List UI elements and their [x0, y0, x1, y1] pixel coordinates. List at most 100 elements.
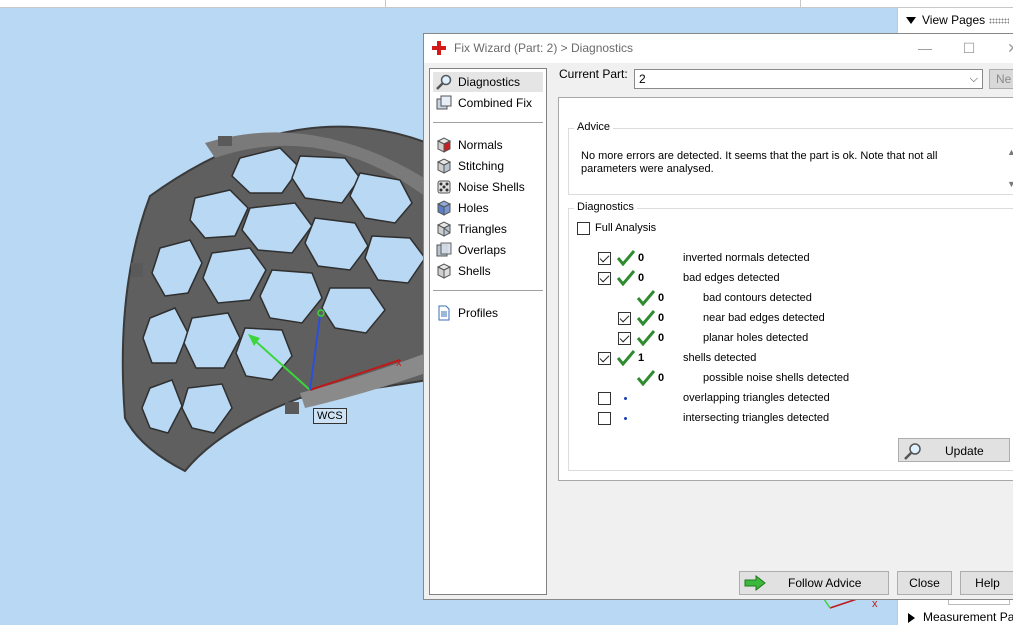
nav-label: Holes [458, 201, 489, 215]
nav-item-stitching[interactable]: Stitching [433, 156, 543, 176]
planar-holes-checkbox[interactable] [618, 332, 631, 345]
grip-icon[interactable] [989, 17, 1010, 24]
diag-count: 0 [658, 312, 665, 324]
diag-count: 0 [658, 372, 665, 384]
help-button[interactable]: Help [960, 571, 1013, 595]
nav-item-normals[interactable]: Normals [433, 135, 543, 155]
follow-advice-button[interactable]: Follow Advice [739, 571, 889, 595]
diag-count: 0 [658, 292, 665, 304]
advice-group: Advice No more errors are detected. It s… [568, 121, 1013, 195]
pending-dot-icon [624, 397, 627, 400]
view-pages-label: View Pages [922, 13, 986, 27]
diag-count: 1 [638, 352, 645, 364]
diag-label: possible noise shells detected [703, 372, 850, 384]
diagnostics-page: Advice No more errors are detected. It s… [558, 97, 1013, 481]
current-part-value: 2 [639, 72, 646, 86]
update-label: Update [945, 444, 984, 458]
red-cross-icon [432, 41, 446, 55]
follow-advice-label: Follow Advice [788, 576, 862, 590]
top-bar [0, 0, 1013, 8]
nav-item-triangles[interactable]: Triangles [433, 219, 543, 239]
update-button[interactable]: Update [898, 438, 1010, 462]
magnifier-icon [436, 74, 452, 90]
ok-check-icon [637, 290, 655, 306]
advice-text: No more errors are detected. It seems th… [581, 150, 938, 175]
nav-item-shells[interactable]: Shells [433, 261, 543, 281]
ok-check-icon [617, 250, 635, 266]
nav-label: Normals [458, 138, 503, 152]
close-window-button[interactable]: ✕ [1002, 38, 1013, 58]
green-arrow-icon [744, 575, 766, 591]
diag-label: bad edges detected [683, 272, 780, 284]
nav-label: Overlaps [458, 243, 507, 257]
nav-item-noise-shells[interactable]: Noise Shells [433, 177, 543, 197]
ok-check-icon [637, 330, 655, 346]
minimize-button[interactable]: — [914, 38, 936, 58]
advice-title: Advice [574, 121, 614, 133]
stitching-icon [436, 158, 452, 174]
diag-count: 0 [638, 252, 645, 264]
scroll-up-icon[interactable]: ▲ [1007, 147, 1013, 157]
diagnostics-title: Diagnostics [574, 201, 637, 213]
near-bad-edges-checkbox[interactable] [618, 312, 631, 325]
diag-label: shells detected [683, 352, 757, 364]
nav-item-holes[interactable]: Holes [433, 198, 543, 218]
view-pages-header[interactable]: View Pages [906, 13, 1010, 27]
diag-label: intersecting triangles detected [683, 412, 830, 424]
axis-x-label: x [396, 357, 402, 369]
dialog-title: Fix Wizard (Part: 2) > Diagnostics [454, 41, 634, 55]
diag-label: bad contours detected [703, 292, 812, 304]
nav-divider [433, 122, 543, 123]
advice-scrollbar[interactable]: ▲ ▼ [1005, 145, 1013, 191]
diag-label: overlapping triangles detected [683, 392, 830, 404]
collapse-triangle-icon [906, 17, 916, 25]
new-part-button[interactable]: Ne [989, 69, 1013, 89]
close-button[interactable]: Close [897, 571, 952, 595]
shells-checkbox[interactable] [598, 352, 611, 365]
maximize-button[interactable]: ☐ [958, 38, 980, 58]
expand-triangle-icon [908, 612, 915, 623]
nav-item-diagnostics[interactable]: Diagnostics [433, 72, 543, 92]
nav-label: Noise Shells [458, 180, 525, 194]
ok-check-icon [637, 310, 655, 326]
overlapping-triangles-checkbox[interactable] [598, 392, 611, 405]
ok-check-icon [617, 350, 635, 366]
diag-count: 0 [658, 332, 665, 344]
diag-label: planar holes detected [703, 332, 809, 344]
dialog-titlebar[interactable]: Fix Wizard (Part: 2) > Diagnostics — ☐ ✕ [424, 34, 1013, 63]
nav-label: Combined Fix [458, 96, 533, 110]
wcs-label: WCS [313, 408, 347, 424]
bad-edges-checkbox[interactable] [598, 272, 611, 285]
current-part-label: Current Part: [559, 67, 628, 81]
fix-wizard-dialog: Fix Wizard (Part: 2) > Diagnostics — ☐ ✕… [423, 33, 1013, 600]
triangles-icon [436, 221, 452, 237]
nav-label: Profiles [458, 306, 499, 320]
scroll-down-icon[interactable]: ▼ [1007, 179, 1013, 189]
fix-wizard-nav: Diagnostics Combined Fix Normals Stitchi… [429, 68, 547, 595]
holes-icon [436, 200, 452, 216]
shells-icon [436, 263, 452, 279]
chevron-down-icon: ⌵ [969, 73, 978, 85]
full-analysis-label: Full Analysis [595, 222, 657, 234]
current-part-select[interactable]: 2 ⌵ [634, 69, 983, 89]
nav-label: Shells [458, 264, 491, 278]
measurement-pages-item[interactable]: Measurement Pa [908, 610, 1013, 624]
diag-label: near bad edges detected [703, 312, 825, 324]
diag-count: 0 [638, 272, 645, 284]
nav-item-combined-fix[interactable]: Combined Fix [433, 93, 543, 113]
diag-label: inverted normals detected [683, 252, 810, 264]
nav-item-profiles[interactable]: Profiles [433, 303, 543, 323]
inverted-normals-checkbox[interactable] [598, 252, 611, 265]
overlaps-icon [436, 242, 452, 257]
normals-cube-icon [436, 137, 452, 153]
intersecting-triangles-checkbox[interactable] [598, 412, 611, 425]
full-analysis-checkbox[interactable] [577, 222, 590, 235]
measurement-label: Measurement Pa [923, 610, 1013, 624]
profiles-document-icon [438, 305, 450, 321]
noise-shells-icon [437, 180, 451, 194]
nav-item-overlaps[interactable]: Overlaps [433, 240, 543, 260]
nav-label: Stitching [458, 159, 505, 173]
ok-check-icon [617, 270, 635, 286]
nav-label: Triangles [458, 222, 507, 236]
nav-divider [433, 290, 543, 291]
